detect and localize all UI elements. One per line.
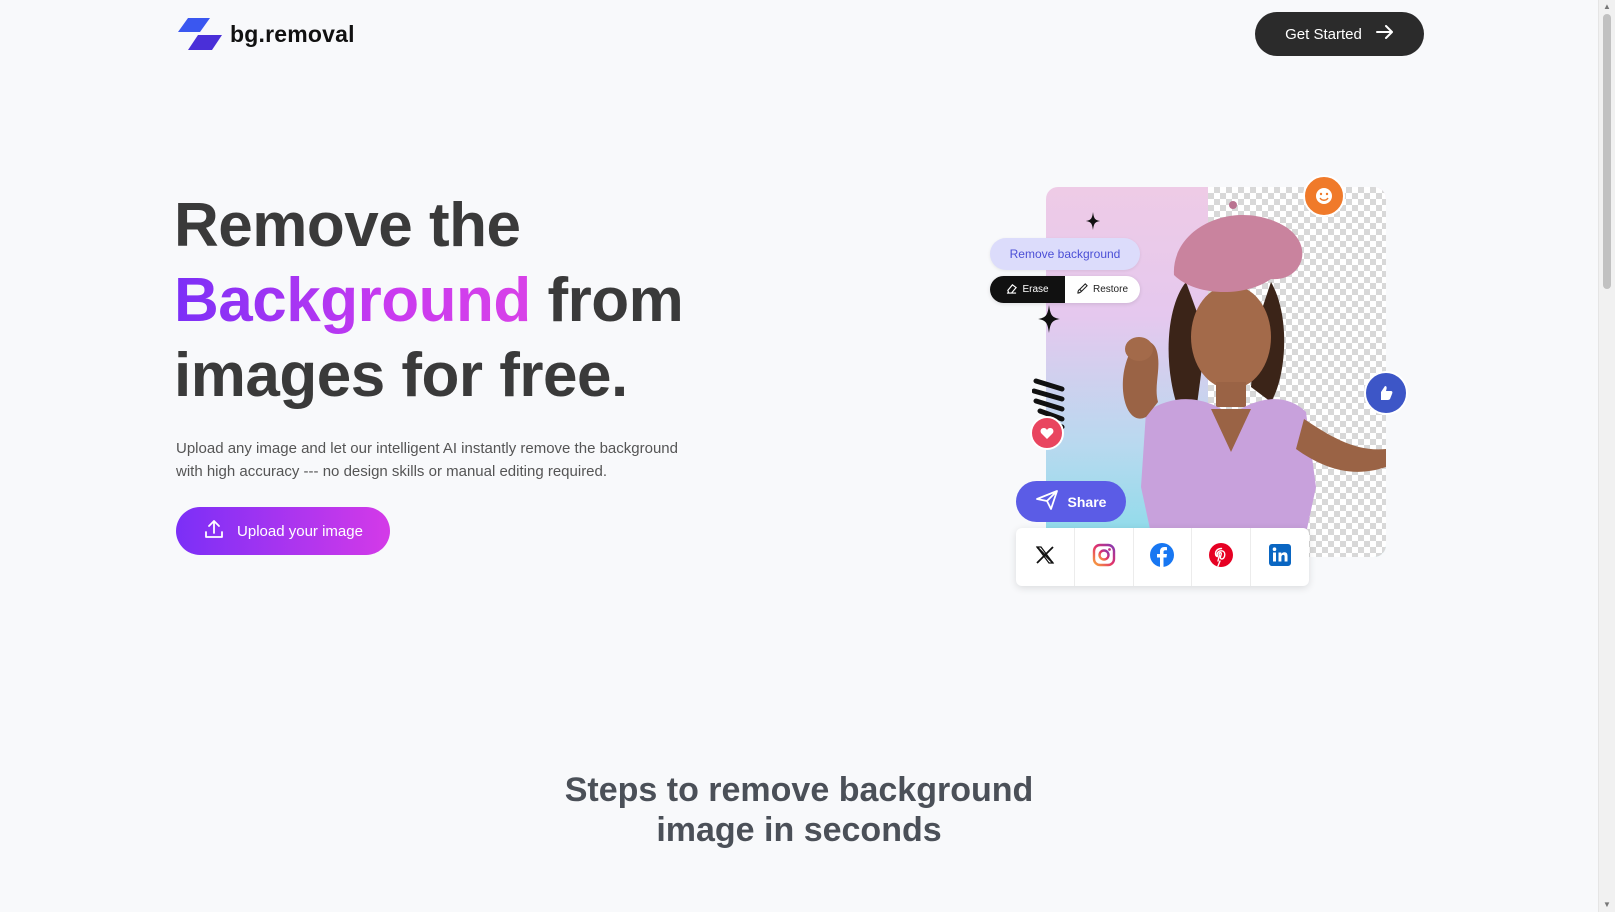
instagram-icon — [1092, 543, 1116, 572]
send-icon — [1035, 490, 1058, 513]
brand-logo[interactable]: bg.removal — [176, 18, 355, 50]
hero-illustration: Remove background Erase Restore Share — [990, 170, 1430, 590]
hero-title-line2: from — [530, 266, 684, 335]
get-started-label: Get Started — [1285, 25, 1362, 43]
share-x[interactable] — [1016, 528, 1075, 586]
share-label: Share — [1067, 493, 1107, 510]
pinterest-icon — [1208, 542, 1234, 573]
get-started-button[interactable]: Get Started — [1255, 12, 1424, 56]
remove-background-pill[interactable]: Remove background — [990, 238, 1140, 270]
erase-restore-toggle: Erase Restore — [990, 276, 1140, 303]
arrow-right-icon — [1375, 25, 1394, 43]
share-linkedin[interactable] — [1251, 528, 1309, 586]
erase-tab[interactable]: Erase — [990, 276, 1065, 303]
share-pinterest[interactable] — [1192, 528, 1252, 586]
hero-subtitle: Upload any image and let our intelligent… — [176, 440, 678, 480]
share-button[interactable]: Share — [1016, 481, 1126, 522]
linkedin-icon — [1268, 543, 1292, 572]
upload-label: Upload your image — [237, 522, 363, 540]
sparkle-icon — [1086, 212, 1100, 230]
facebook-icon — [1149, 542, 1175, 573]
x-icon — [1035, 545, 1055, 570]
restore-tab[interactable]: Restore — [1065, 276, 1140, 303]
heart-badge-icon — [1030, 416, 1064, 450]
restore-label: Restore — [1092, 284, 1128, 295]
steps-heading: Steps to remove background image in seco… — [0, 770, 1598, 850]
upload-image-button[interactable]: Upload your image — [176, 507, 390, 555]
remove-background-label: Remove background — [1009, 247, 1121, 261]
scroll-down-arrow-icon[interactable]: ▼ — [1603, 901, 1611, 909]
sparkle-icon — [1038, 305, 1060, 333]
hero-title-line3: images for free. — [174, 341, 628, 410]
scroll-up-arrow-icon[interactable]: ▲ — [1603, 3, 1611, 11]
brush-icon — [1077, 282, 1088, 297]
scrollbar-thumb[interactable] — [1603, 14, 1611, 289]
smile-badge-icon — [1303, 175, 1345, 217]
logo-icon — [176, 18, 222, 50]
brand-name: bg.removal — [230, 20, 355, 47]
share-facebook[interactable] — [1134, 528, 1193, 586]
hero-title: Remove the Background from images for fr… — [174, 188, 684, 413]
like-badge-icon — [1364, 371, 1408, 415]
share-instagram[interactable] — [1075, 528, 1134, 586]
steps-heading-line2: image in seconds — [656, 811, 942, 849]
hero-title-accent: Background — [174, 266, 531, 335]
page: bg.removal Get Started Remove the Backgr… — [0, 0, 1598, 912]
page-scrollbar[interactable]: ▲ ▼ — [1598, 0, 1615, 912]
social-share-bar — [1016, 528, 1309, 586]
upload-icon — [203, 518, 225, 544]
steps-heading-line1: Steps to remove background — [564, 771, 1034, 809]
hero-title-line1: Remove the — [174, 191, 521, 260]
eraser-icon — [1006, 283, 1018, 297]
erase-label: Erase — [1022, 284, 1049, 295]
